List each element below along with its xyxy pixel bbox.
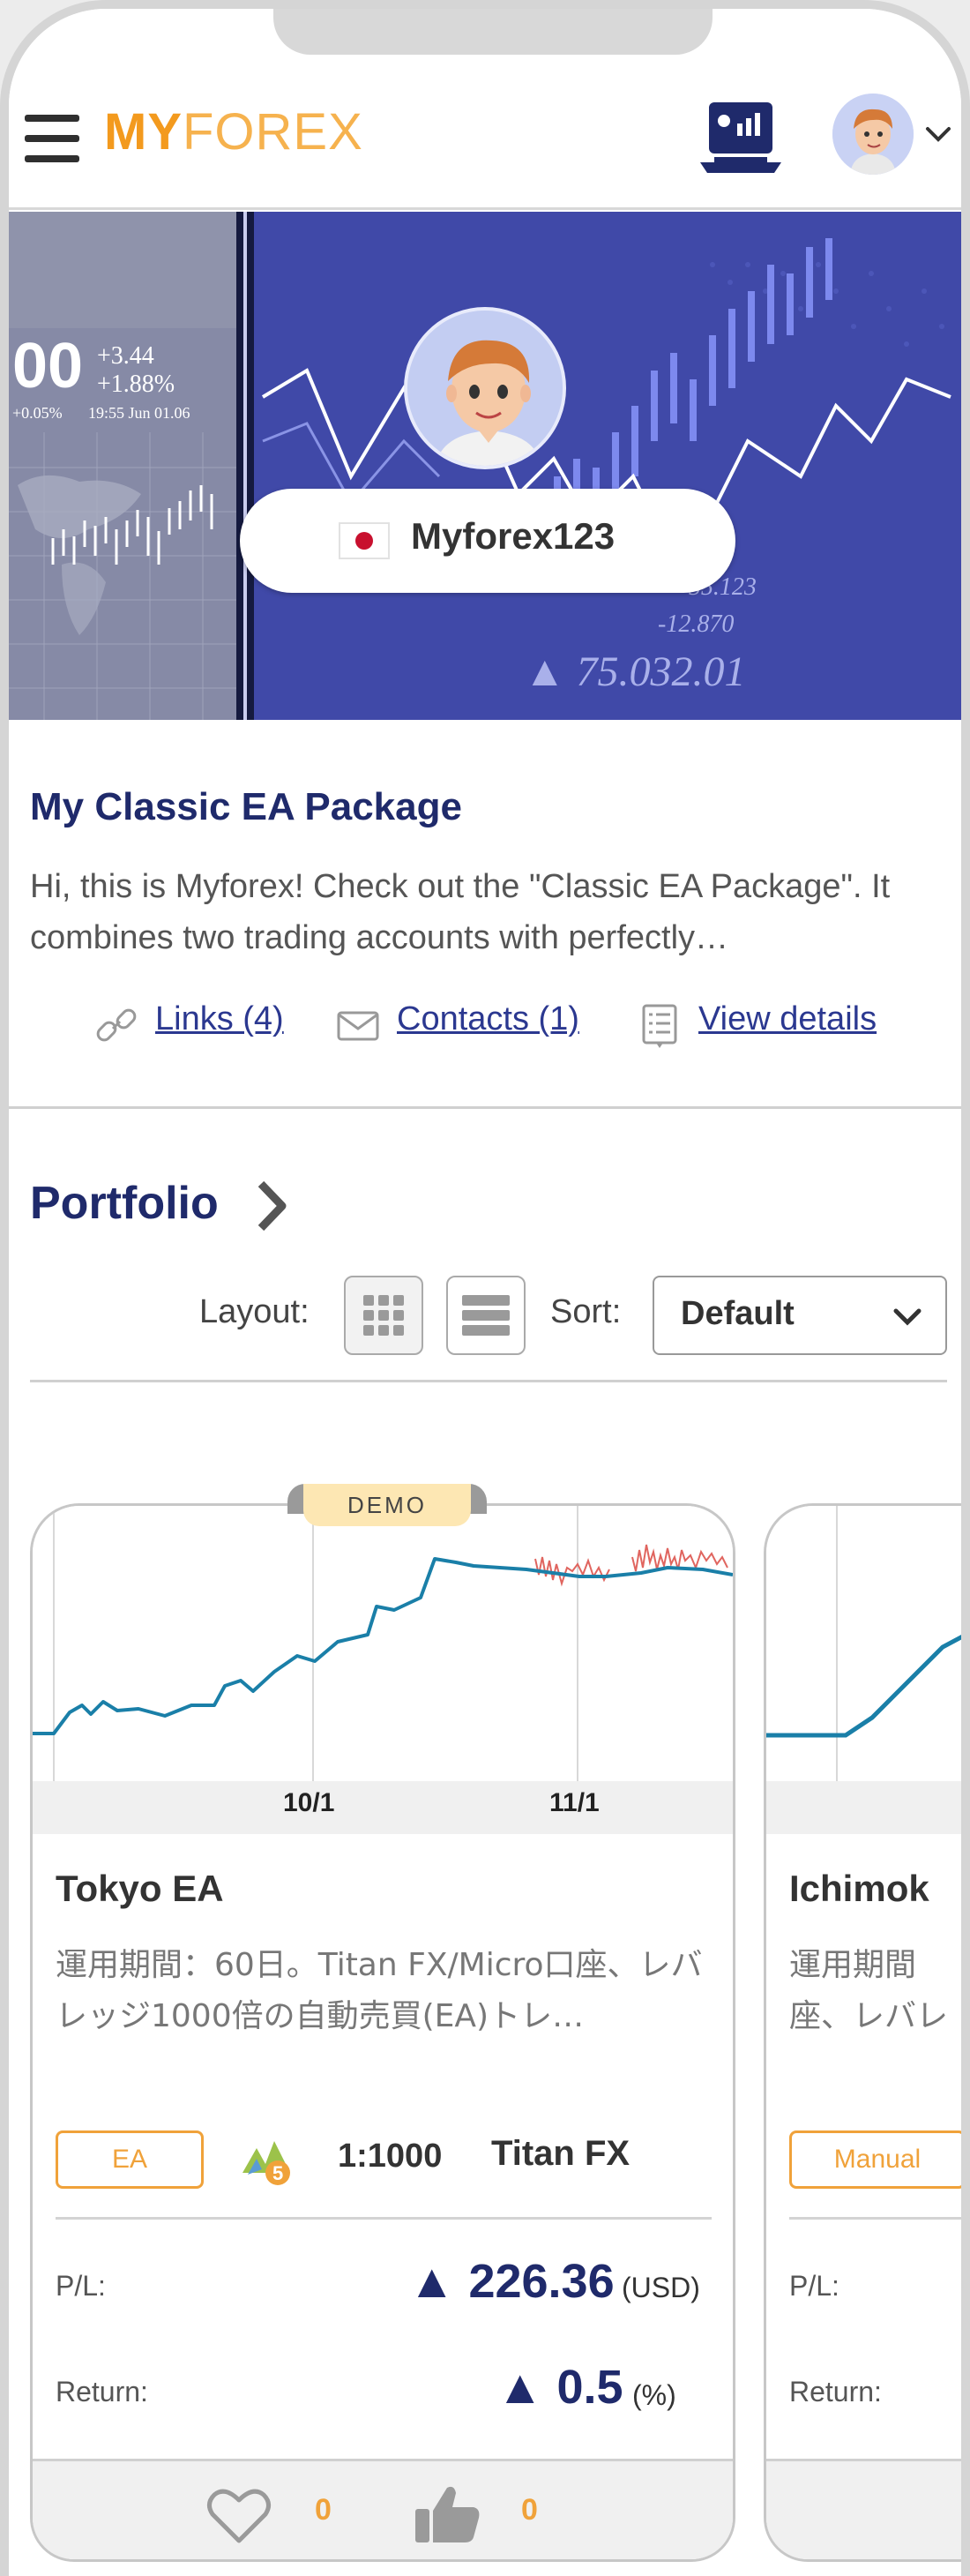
broker-name: Titan FX xyxy=(491,2134,630,2173)
view-details-link[interactable]: View details xyxy=(637,997,901,1050)
banner-num-3: ▲ 75.032.01 xyxy=(524,648,746,695)
japan-flag-icon xyxy=(339,522,390,559)
card-footer: 0 0 xyxy=(33,2459,733,2559)
banner-chart-graphic xyxy=(254,212,961,720)
section-divider xyxy=(9,1106,961,1109)
package-links-row: Links (4) Contacts (1) View details xyxy=(9,997,961,1050)
user-avatar[interactable] xyxy=(832,94,914,175)
banner-price-big: 00 xyxy=(12,331,84,401)
chart-x-tick: 10/1 xyxy=(283,1788,335,1817)
chevron-right-icon[interactable] xyxy=(254,1179,289,1233)
mt5-icon: 5 xyxy=(242,2141,290,2185)
thumbs-count: 0 xyxy=(521,2493,538,2527)
view-details-label[interactable]: View details xyxy=(698,1000,877,1038)
pl-value: ▲ 226.36 xyxy=(408,2255,615,2308)
package-title: My Classic EA Package xyxy=(30,785,462,828)
portfolio-title[interactable]: Portfolio xyxy=(30,1177,219,1230)
chevron-down-icon xyxy=(893,1308,922,1326)
equity-chart xyxy=(766,1506,961,1786)
username-pill: Myforex123 xyxy=(240,489,735,593)
toolbar-divider xyxy=(30,1380,947,1382)
card-title: Ichimok xyxy=(789,1868,929,1909)
banner-left-panel: 00 +3.44 +1.88% +0.05% 19:55 Jun 01.06 xyxy=(9,212,236,720)
demo-badge-label: DEMO xyxy=(303,1484,471,1526)
banner-divider xyxy=(236,212,254,720)
strategy-tag: EA xyxy=(56,2130,204,2189)
chart-x-tick: 11/1 xyxy=(549,1788,600,1817)
return-value: ▲ 0.5 xyxy=(496,2361,623,2414)
device-notch xyxy=(273,9,713,55)
card-title: Tokyo EA xyxy=(56,1868,224,1909)
username-label: Myforex123 xyxy=(411,515,616,557)
chevron-down-icon[interactable] xyxy=(922,124,954,145)
heart-icon[interactable] xyxy=(205,2486,272,2544)
portfolio-card[interactable]: Ichimok 運用期間 座、レバレ Manual P/L: Return: xyxy=(764,1503,961,2562)
banner-num-2: -12.870 xyxy=(658,610,735,638)
card-divider xyxy=(789,2217,961,2220)
list-icon xyxy=(462,1295,510,1336)
layout-label: Layout: xyxy=(199,1293,310,1330)
portfolio-card[interactable]: 10/1 11/1 Tokyo EA 運用期間：60日。Titan FX/Mic… xyxy=(30,1503,735,2562)
myforex-logo[interactable]: MYFOREX xyxy=(104,102,363,161)
menu-icon[interactable] xyxy=(25,115,79,166)
logo-my: MY xyxy=(104,103,183,161)
contacts-label[interactable]: Contacts (1) xyxy=(397,1000,579,1038)
banner-change-pct: +1.88% xyxy=(97,371,175,398)
banner-small-pct: +0.05% xyxy=(12,404,63,422)
links-label[interactable]: Links (4) xyxy=(155,1000,284,1038)
grid-icon xyxy=(363,1295,404,1336)
demo-badge: DEMO xyxy=(287,1484,487,1528)
list-layout-button[interactable] xyxy=(446,1276,526,1355)
return-label: Return: xyxy=(56,2376,148,2408)
card-description: 運用期間：60日。Titan FX/Micro口座、レバレッジ1000倍の自動売… xyxy=(56,1947,703,2034)
links-link[interactable]: Links (4) xyxy=(93,997,305,1050)
banner-timestamp: 19:55 Jun 01.06 xyxy=(88,404,190,422)
sort-select[interactable]: Default xyxy=(653,1276,947,1355)
link-chain-icon xyxy=(96,1008,137,1042)
chart-x-axis xyxy=(33,1781,733,1834)
sort-label: Sort: xyxy=(550,1293,622,1330)
return-unit: (%) xyxy=(632,2379,676,2411)
banner-change-abs: +3.44 xyxy=(97,342,154,370)
strategy-tag: Manual xyxy=(789,2130,961,2189)
equity-chart xyxy=(33,1506,733,1786)
grid-layout-button[interactable] xyxy=(344,1276,423,1355)
svg-text:5: 5 xyxy=(272,2162,283,2184)
envelope-icon xyxy=(337,1011,379,1041)
return-label: Return: xyxy=(789,2376,882,2408)
contacts-link[interactable]: Contacts (1) xyxy=(335,997,600,1050)
profile-banner: 00 +3.44 +1.88% +0.05% 19:55 Jun 01.06 +… xyxy=(9,212,961,720)
pl-label: P/L: xyxy=(56,2270,106,2302)
card-description: 運用期間 座、レバレ xyxy=(789,1947,949,2034)
leverage-value: 1:1000 xyxy=(338,2138,443,2175)
card-divider xyxy=(56,2217,712,2220)
desktop-chart-icon[interactable] xyxy=(697,97,785,176)
chart-x-axis xyxy=(766,1781,961,1834)
sort-selected-value: Default xyxy=(681,1295,795,1332)
world-map-graphic xyxy=(9,432,236,720)
profile-avatar xyxy=(404,307,566,469)
thumbs-up-icon[interactable] xyxy=(412,2482,482,2546)
like-count: 0 xyxy=(315,2493,332,2527)
package-description: Hi, this is Myforex! Check out the "Clas… xyxy=(30,868,891,956)
pl-unit: (USD) xyxy=(622,2272,700,2303)
document-list-icon xyxy=(642,1004,677,1048)
card-footer xyxy=(766,2459,961,2559)
logo-forex: FOREX xyxy=(183,103,363,161)
pl-label: P/L: xyxy=(789,2270,839,2302)
phone-frame: MYFOREX 00 +3.44 +1.88% +0.05% 19:55 Jun… xyxy=(0,0,970,2576)
